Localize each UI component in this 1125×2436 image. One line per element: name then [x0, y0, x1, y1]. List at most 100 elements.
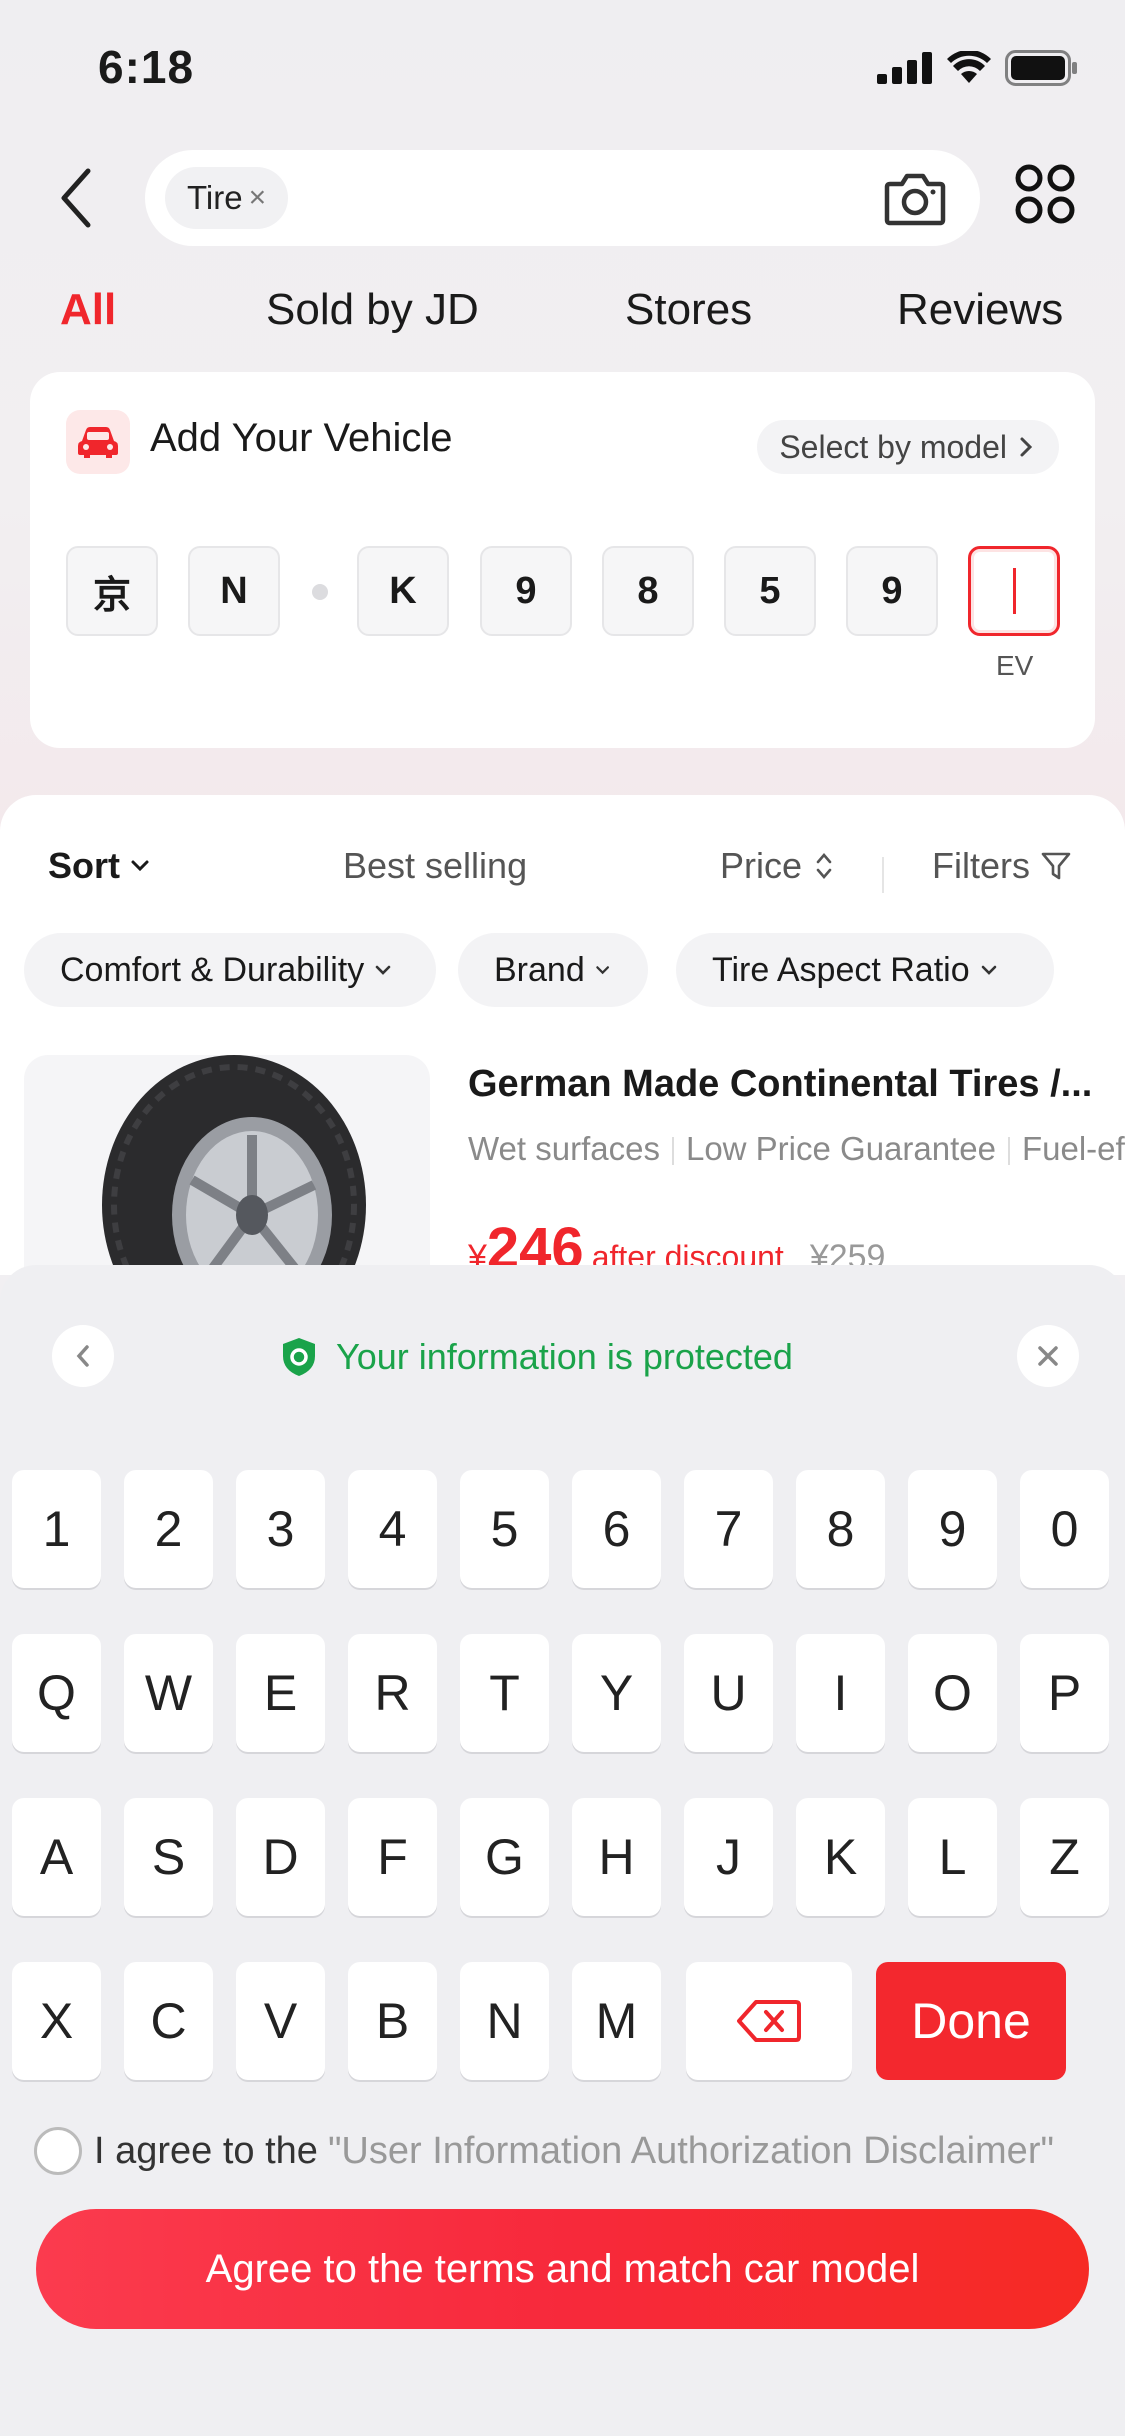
chevron-down-icon: [131, 860, 149, 872]
chevron-down-icon: [981, 965, 996, 975]
ev-label: EV: [996, 650, 1034, 681]
status-icons: [877, 48, 1079, 88]
battery-icon: [1005, 50, 1077, 86]
key[interactable]: I: [796, 1634, 885, 1752]
protection-notice: Your information is protected: [280, 1329, 793, 1385]
key[interactable]: 6: [572, 1470, 661, 1588]
plate-char-box[interactable]: 9: [480, 546, 572, 636]
key[interactable]: Y: [572, 1634, 661, 1752]
sort-dropdown[interactable]: Sort: [48, 845, 152, 887]
more-grid-icon[interactable]: [1014, 163, 1076, 225]
chevron-right-icon: [1020, 437, 1033, 457]
key[interactable]: 8: [796, 1470, 885, 1588]
done-button[interactable]: Done: [876, 1962, 1066, 2080]
tab-all[interactable]: All: [60, 285, 116, 335]
keyboard-close-button[interactable]: [1017, 1325, 1079, 1387]
key[interactable]: V: [236, 1962, 325, 2080]
product-image[interactable]: [24, 1055, 430, 1275]
key[interactable]: J: [684, 1798, 773, 1916]
key[interactable]: C: [124, 1962, 213, 2080]
plate-char-box[interactable]: K: [357, 546, 449, 636]
agreement-prefix: I agree to the: [94, 2129, 318, 2172]
keyboard-back-button[interactable]: [52, 1325, 114, 1387]
backspace-key[interactable]: [686, 1962, 852, 2080]
product-tags: Wet surfaces Low Price Guarantee Fuel-effi…: [468, 1130, 1125, 1168]
filters-label: Filters: [932, 845, 1030, 886]
disclaimer-link[interactable]: "User Information Authorization Disclaim…: [328, 2130, 1054, 2173]
select-by-model-button[interactable]: Select by model: [757, 420, 1059, 474]
product-tag: Wet surfaces: [468, 1130, 660, 1167]
chevron-down-icon: [375, 965, 391, 975]
key[interactable]: 9: [908, 1470, 997, 1588]
protection-text: Your information is protected: [336, 1336, 793, 1377]
best-selling-option[interactable]: Best selling: [343, 845, 527, 887]
key[interactable]: H: [572, 1798, 661, 1916]
plate-char-box[interactable]: 京: [66, 546, 158, 636]
chevron-down-icon: [595, 966, 609, 975]
text-cursor: [1012, 568, 1016, 614]
key[interactable]: P: [1020, 1634, 1109, 1752]
key[interactable]: O: [908, 1634, 997, 1752]
back-arrow-icon[interactable]: [52, 165, 102, 231]
key[interactable]: N: [460, 1962, 549, 2080]
chip-tire-aspect-ratio[interactable]: Tire Aspect Ratio: [676, 933, 1054, 1007]
product-tag: Fuel-efficient: [1021, 1130, 1125, 1167]
price-sort-button[interactable]: Price: [720, 845, 836, 887]
key[interactable]: Z: [1020, 1798, 1109, 1916]
add-vehicle-card: Add Your Vehicle Select by model 京 N K 9…: [30, 372, 1095, 748]
cellular-signal-icon: [877, 52, 932, 84]
key[interactable]: B: [348, 1962, 437, 2080]
sort-arrows-icon: [816, 853, 832, 879]
filter-funnel-icon: [1041, 852, 1071, 880]
chevron-left-icon: [76, 1345, 89, 1367]
plate-char-box[interactable]: N: [188, 546, 280, 636]
key[interactable]: 5: [460, 1470, 549, 1588]
tab-sold-by-jd[interactable]: Sold by JD: [266, 285, 479, 335]
key[interactable]: R: [348, 1634, 437, 1752]
key[interactable]: U: [684, 1634, 773, 1752]
chip-comfort-durability[interactable]: Comfort & Durability: [24, 933, 436, 1007]
key[interactable]: 2: [124, 1470, 213, 1588]
key[interactable]: 3: [236, 1470, 325, 1588]
backspace-icon: [737, 2000, 801, 2042]
camera-icon[interactable]: [884, 170, 946, 226]
key[interactable]: 1: [12, 1470, 101, 1588]
shield-icon: [283, 1338, 315, 1376]
key[interactable]: D: [236, 1798, 325, 1916]
chip-label: Comfort & Durability: [60, 950, 365, 989]
product-title[interactable]: German Made Continental Tires /...: [468, 1063, 1125, 1106]
plate-char-box[interactable]: 8: [602, 546, 694, 636]
chip-brand[interactable]: Brand: [458, 933, 648, 1007]
plate-char-box-active[interactable]: [968, 546, 1060, 636]
search-tag-chip[interactable]: Tire ×: [165, 167, 289, 229]
remove-tag-icon[interactable]: ×: [249, 181, 267, 215]
divider: [882, 857, 884, 893]
key[interactable]: G: [460, 1798, 549, 1916]
plate-char-box[interactable]: 5: [724, 546, 816, 636]
key[interactable]: 4: [348, 1470, 437, 1588]
sort-label: Sort: [48, 845, 120, 886]
key[interactable]: 7: [684, 1470, 773, 1588]
key[interactable]: S: [124, 1798, 213, 1916]
agree-checkbox[interactable]: [34, 2127, 82, 2175]
wifi-icon: [947, 51, 991, 83]
key[interactable]: E: [236, 1634, 325, 1752]
key[interactable]: M: [572, 1962, 661, 2080]
tab-stores[interactable]: Stores: [625, 285, 752, 335]
key[interactable]: A: [12, 1798, 101, 1916]
key[interactable]: X: [12, 1962, 101, 2080]
tab-reviews[interactable]: Reviews: [897, 285, 1063, 335]
key[interactable]: F: [348, 1798, 437, 1916]
filters-button[interactable]: Filters: [932, 845, 1072, 887]
key[interactable]: W: [124, 1634, 213, 1752]
key[interactable]: L: [908, 1798, 997, 1916]
key[interactable]: Q: [12, 1634, 101, 1752]
search-bar[interactable]: Tire ×: [145, 150, 980, 246]
status-time: 6:18: [98, 41, 195, 93]
agree-match-button[interactable]: Agree to the terms and match car model: [36, 2209, 1089, 2329]
plate-separator-dot: [312, 584, 328, 600]
plate-char-box[interactable]: 9: [846, 546, 938, 636]
key[interactable]: T: [460, 1634, 549, 1752]
key[interactable]: K: [796, 1798, 885, 1916]
key[interactable]: 0: [1020, 1470, 1109, 1588]
